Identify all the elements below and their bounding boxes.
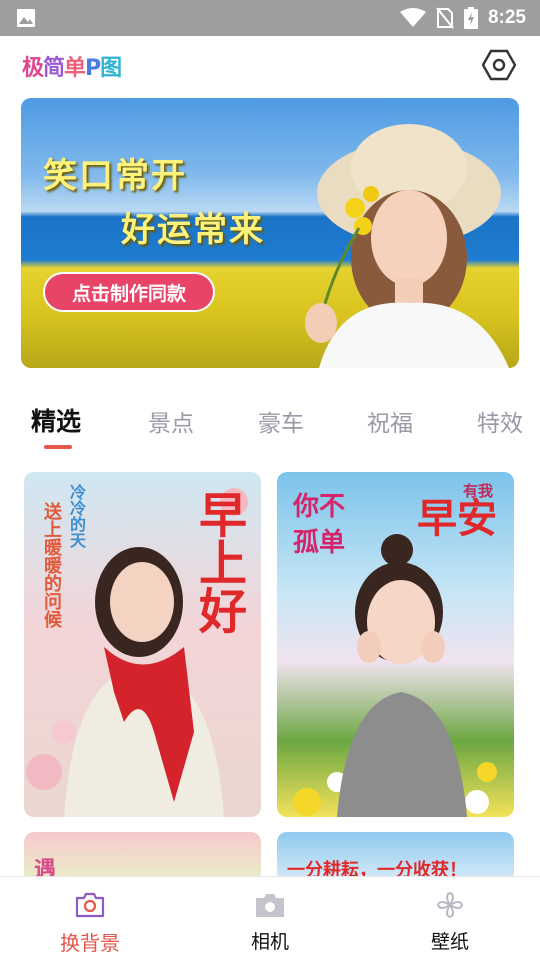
- tab-featured[interactable]: 精选: [31, 402, 81, 438]
- card-verse: 孤单: [293, 528, 346, 558]
- template-card[interactable]: 一分耕耘，一分收获！: [277, 832, 514, 882]
- banner-line1: 笑口常开: [43, 156, 187, 196]
- template-card[interactable]: 遇: [24, 832, 261, 882]
- wifi-icon: [399, 8, 426, 27]
- pinwheel-icon: [436, 891, 464, 919]
- camera-icon: [256, 894, 284, 917]
- status-time: 8:25: [487, 7, 526, 28]
- hexagon-settings-icon[interactable]: [482, 48, 516, 82]
- logo-char: 图: [100, 56, 122, 81]
- logo-char: 极: [22, 56, 44, 81]
- card-verse: 冷冷的天: [67, 484, 86, 548]
- card-verse: 送上暖暖的问候: [41, 502, 62, 628]
- nav-label: 相机: [250, 931, 289, 953]
- nav-wallpaper[interactable]: 壁纸: [390, 877, 510, 961]
- logo-char: 单: [64, 56, 86, 81]
- image-icon: [17, 9, 35, 27]
- camera-outline-icon: [75, 892, 105, 918]
- logo-char: P: [85, 56, 101, 81]
- logo-char: 简: [43, 56, 65, 81]
- banner-line2: 好运常来: [121, 210, 265, 250]
- card-badge: 有我: [463, 482, 494, 500]
- make-same-button[interactable]: 点击制作同款: [43, 272, 215, 312]
- app-bar: 极简单P图: [0, 36, 540, 96]
- nav-label: 换背景: [60, 931, 120, 955]
- template-card[interactable]: 你不 孤单 早安 有我: [277, 472, 514, 817]
- category-tabs: 精选 景点 豪车 祝福 特效: [0, 390, 540, 450]
- app-logo: 极简单P图: [22, 50, 122, 82]
- nav-camera[interactable]: 相机: [210, 877, 330, 961]
- promo-banner[interactable]: 笑口常开 好运常来 点击制作同款: [21, 98, 519, 368]
- tab-effects[interactable]: 特效: [477, 404, 523, 438]
- nav-label: 壁纸: [430, 931, 469, 953]
- nav-change-background[interactable]: 换背景: [30, 877, 150, 961]
- card-verse: 你不: [293, 492, 346, 522]
- tab-blessings[interactable]: 祝福: [367, 404, 413, 438]
- banner-portrait: [305, 124, 509, 368]
- status-bar: 8:25: [0, 0, 540, 36]
- no-sim-icon: [436, 7, 454, 29]
- tab-indicator: [44, 445, 72, 449]
- card-title: 早上好: [190, 490, 246, 634]
- bottom-nav: 换背景 相机 壁纸: [0, 876, 540, 960]
- battery-charging-icon: [463, 7, 478, 29]
- tab-scenery[interactable]: 景点: [148, 404, 194, 438]
- template-card[interactable]: 送上暖暖的问候 冷冷的天 早上好: [24, 472, 261, 817]
- tab-luxury-cars[interactable]: 豪车: [258, 404, 304, 438]
